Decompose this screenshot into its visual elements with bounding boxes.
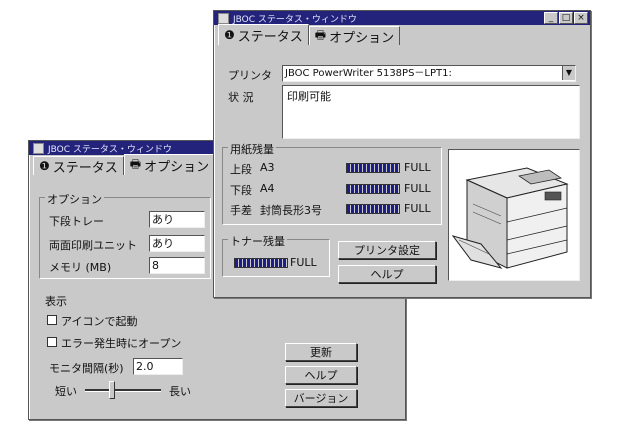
front-tab-strip: ❶ ステータス 🖶 オプション xyxy=(214,24,590,46)
front-help-button[interactable]: ヘルプ xyxy=(338,265,436,283)
paper-row-tray: 下段 xyxy=(230,184,252,197)
front-status-window: JBOC ステータス・ウィンドウ _ □ × ❶ ステータス 🖶 オプション プ… xyxy=(213,10,591,298)
printer-select[interactable]: JBOC PowerWriter 5138PS－LPT1: ▼ xyxy=(282,65,576,82)
tray-field[interactable]: あり xyxy=(149,211,205,228)
duplex-field[interactable]: あり xyxy=(149,235,205,252)
slider-max-label: 長い xyxy=(169,385,191,398)
info-icon: ❶ xyxy=(39,159,50,173)
icon-start-checkbox[interactable] xyxy=(47,315,57,325)
error-open-label: エラー発生時にオープン xyxy=(61,337,182,350)
back-tab-status[interactable]: ❶ ステータス xyxy=(33,156,124,176)
back-tab-options[interactable]: 🖶 オプション xyxy=(123,154,216,175)
printer-illustration xyxy=(451,167,569,269)
window-controls: _ □ × xyxy=(544,12,588,24)
printer-select-value: JBOC PowerWriter 5138PS－LPT1: xyxy=(285,68,452,79)
info-icon: ❶ xyxy=(224,28,235,42)
interval-slider-track[interactable] xyxy=(85,389,161,392)
paper-group-label: 用紙残量 xyxy=(228,141,276,157)
front-tab-options[interactable]: 🖶 オプション xyxy=(308,26,401,46)
printer-image-panel xyxy=(448,149,580,281)
interval-label: モニタ間隔(秒) xyxy=(49,362,124,375)
front-tab-status[interactable]: ❶ ステータス xyxy=(218,24,309,45)
status-label: 状 況 xyxy=(228,91,254,104)
toner-status: FULL xyxy=(290,256,317,269)
paper-row-status: FULL xyxy=(404,161,431,174)
chevron-down-icon[interactable]: ▼ xyxy=(562,66,575,80)
toner-level-meter xyxy=(234,258,288,268)
paper-row-status: FULL xyxy=(404,182,431,195)
error-open-checkbox[interactable] xyxy=(47,337,57,347)
minimize-icon[interactable]: _ xyxy=(544,12,558,24)
display-group-label: 表示 xyxy=(45,295,67,308)
printer-icon: 🖶 xyxy=(129,156,142,171)
status-box: 印刷可能 xyxy=(282,85,580,139)
paper-level-meter xyxy=(346,184,400,194)
maximize-icon[interactable]: □ xyxy=(559,12,573,24)
back-window-title: JBOC ステータス・ウィンドウ xyxy=(48,144,172,155)
interval-slider-thumb[interactable] xyxy=(108,381,115,399)
toner-group-label: トナー残量 xyxy=(228,233,287,249)
paper-row-status: FULL xyxy=(404,202,431,215)
close-icon[interactable]: × xyxy=(574,12,588,24)
slider-min-label: 短い xyxy=(55,385,77,398)
tray-label: 下段トレー xyxy=(49,215,104,228)
version-button[interactable]: バージョン xyxy=(285,389,357,407)
icon-start-label: アイコンで起動 xyxy=(61,315,138,328)
front-titlebar[interactable]: JBOC ステータス・ウィンドウ _ □ × xyxy=(214,11,590,25)
paper-row-size: A3 xyxy=(260,161,275,174)
paper-row-size: 封筒長形3号 xyxy=(260,204,322,217)
paper-row-size: A4 xyxy=(260,182,275,195)
app-icon xyxy=(33,142,44,154)
options-group-label: オプション xyxy=(45,191,104,207)
printer-settings-button[interactable]: プリンタ設定 xyxy=(338,241,436,259)
memory-field[interactable]: 8 xyxy=(149,257,205,274)
status-value: 印刷可能 xyxy=(287,90,331,103)
printer-label: プリンタ xyxy=(228,69,272,82)
interval-field[interactable]: 2.0 xyxy=(133,358,183,375)
paper-row-tray: 手差 xyxy=(230,204,252,217)
paper-level-meter xyxy=(346,163,400,173)
paper-row-tray: 上段 xyxy=(230,163,252,176)
memory-label: メモリ (MB) xyxy=(49,261,112,274)
paper-level-meter xyxy=(346,204,400,214)
update-button[interactable]: 更新 xyxy=(285,343,357,361)
front-window-title: JBOC ステータス・ウィンドウ xyxy=(233,14,357,25)
back-help-button[interactable]: ヘルプ xyxy=(285,366,357,384)
printer-icon: 🖶 xyxy=(314,27,327,42)
app-icon xyxy=(218,12,229,24)
duplex-label: 両面印刷ユニット xyxy=(49,239,137,252)
